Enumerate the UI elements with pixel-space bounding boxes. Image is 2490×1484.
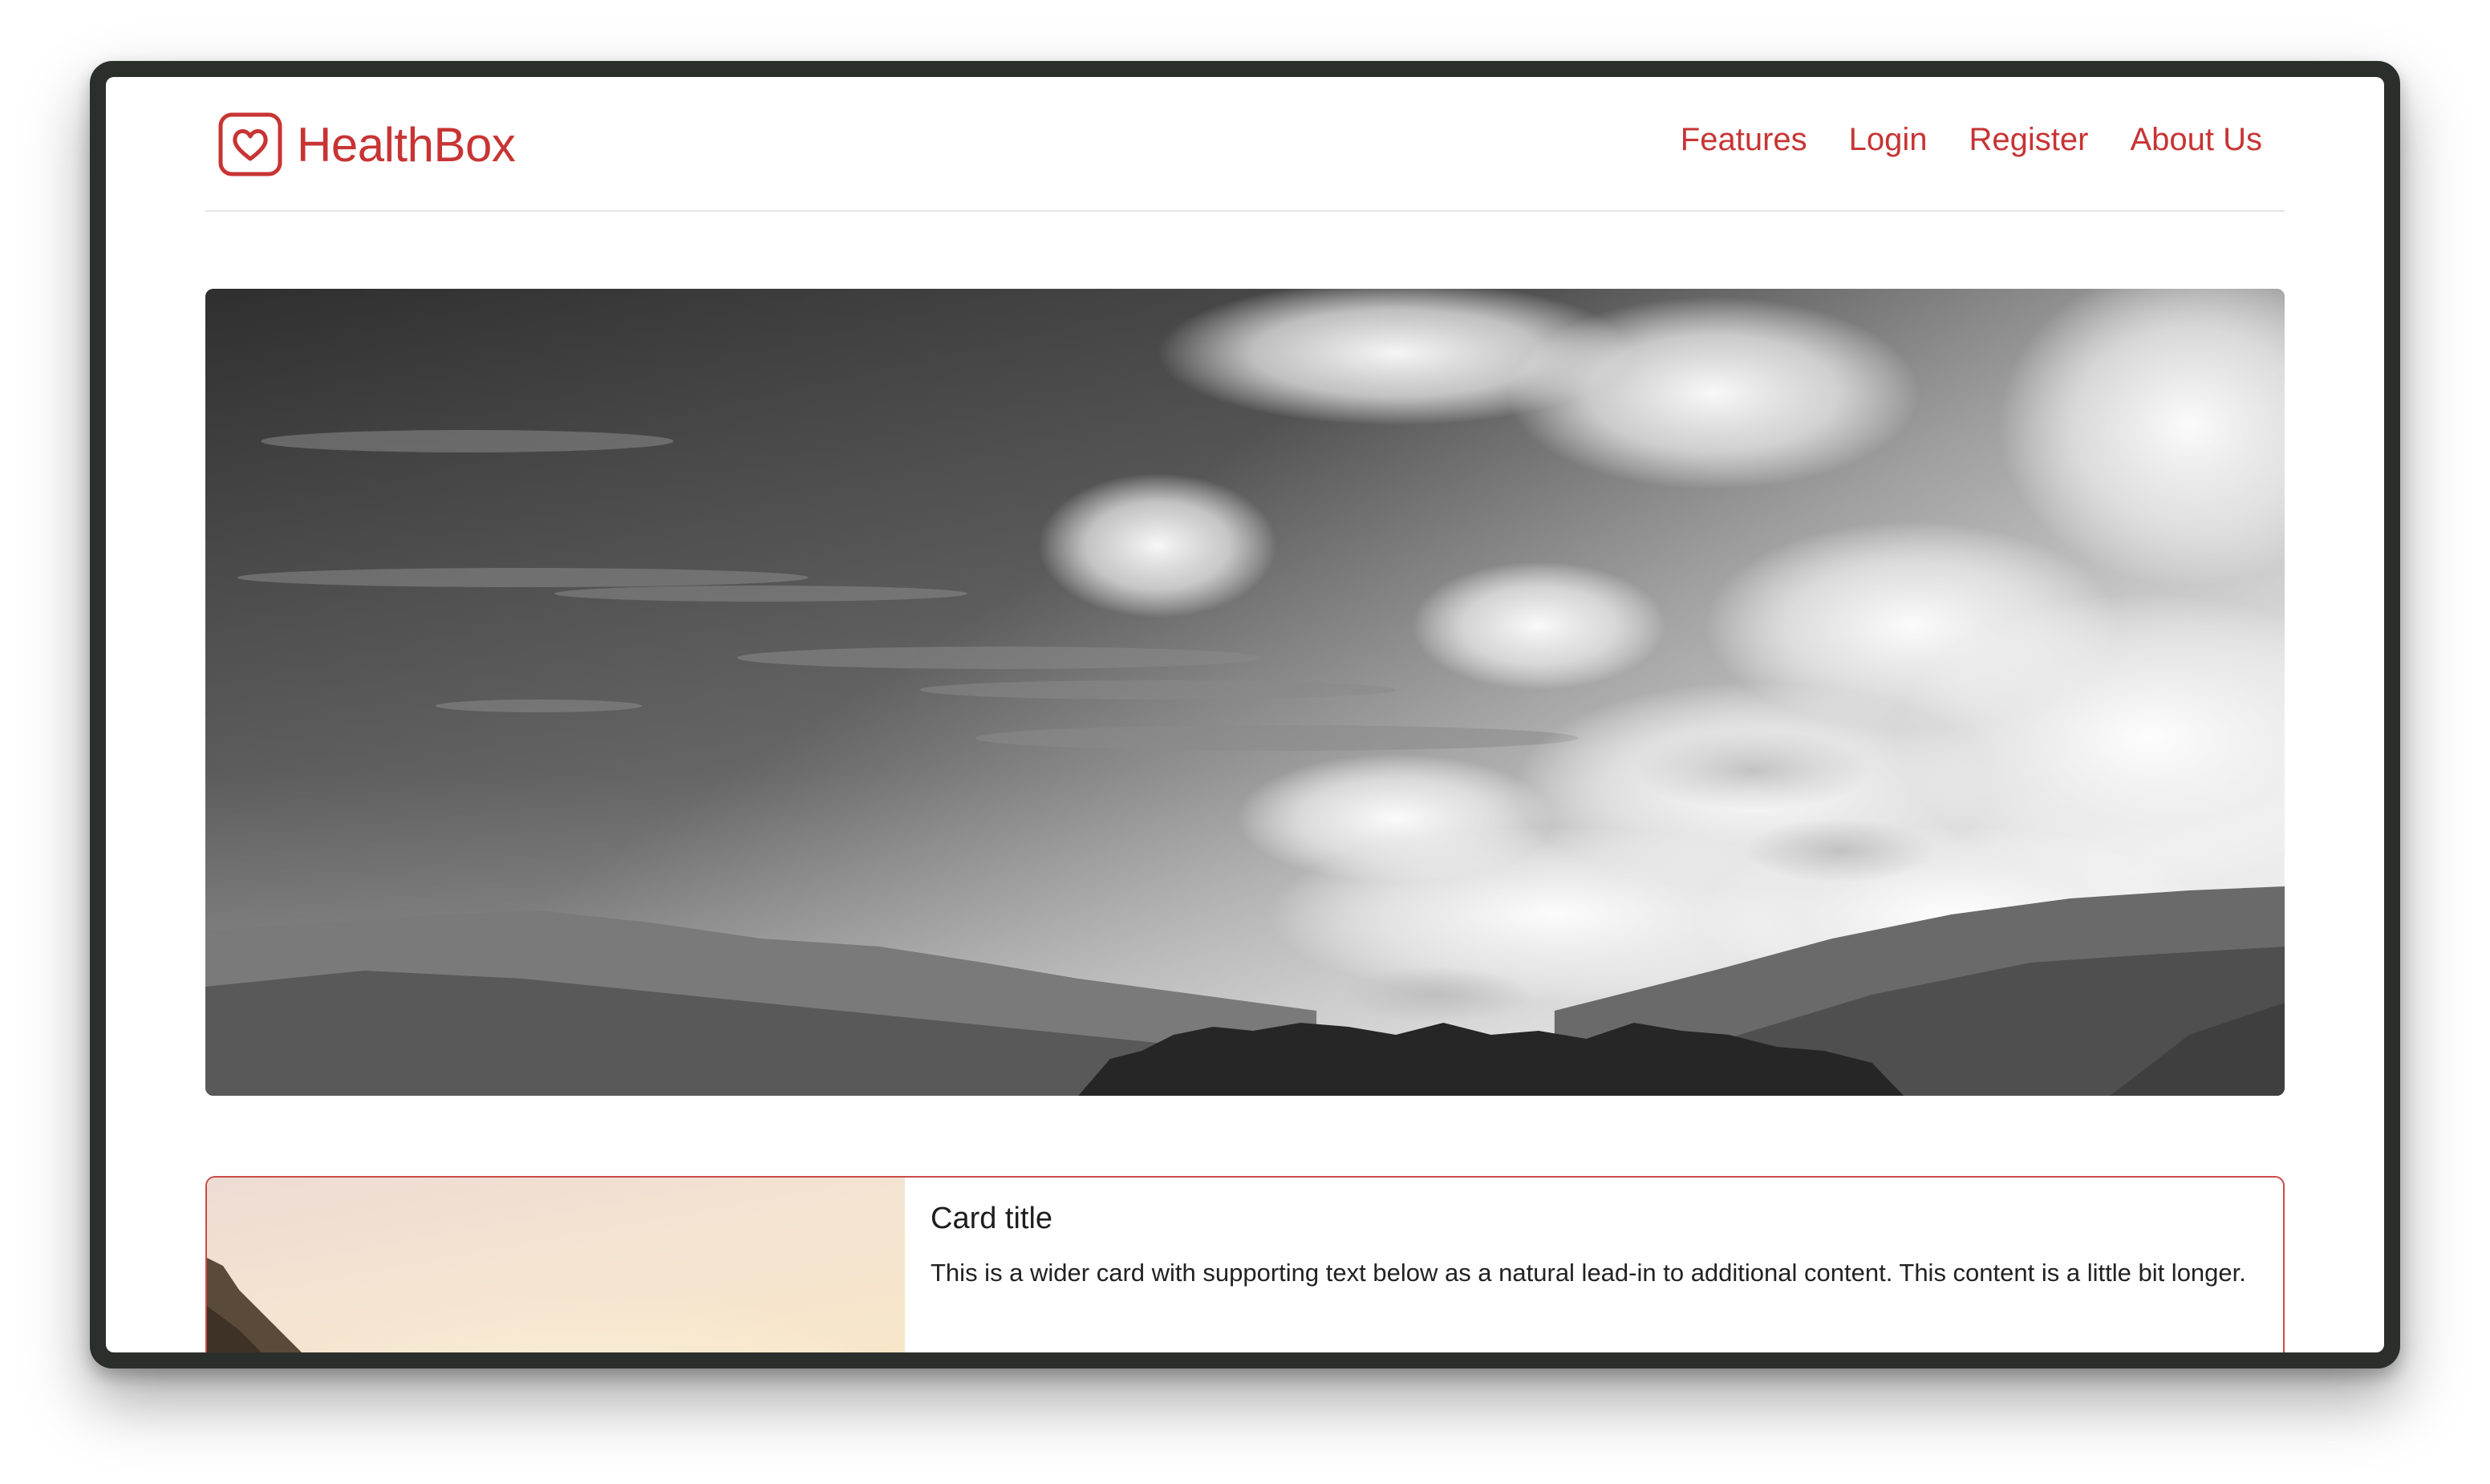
main-nav: Features Login Register About Us xyxy=(1681,120,2262,159)
browser-viewport: HealthBox Features Login Register About … xyxy=(106,77,2384,1352)
heart-icon xyxy=(218,112,282,176)
card-image xyxy=(207,1178,905,1352)
site-header: HealthBox Features Login Register About … xyxy=(205,77,2285,212)
card-title: Card title xyxy=(931,1202,1053,1235)
card-body: Card title This is a wider card with sup… xyxy=(931,1202,2259,1292)
device-frame: HealthBox Features Login Register About … xyxy=(90,61,2400,1368)
card-text: This is a wider card with supporting tex… xyxy=(931,1259,2246,1287)
nav-link-register[interactable]: Register xyxy=(1969,120,2089,159)
brand-link[interactable]: HealthBox xyxy=(218,111,516,178)
hero-image xyxy=(205,289,2285,1096)
card: Card title This is a wider card with sup… xyxy=(205,1176,2285,1352)
nav-link-login[interactable]: Login xyxy=(1849,120,1928,159)
nav-link-features[interactable]: Features xyxy=(1681,120,1807,159)
mountain-clouds-photo xyxy=(205,289,2285,1096)
sunset-hillside-photo xyxy=(207,1178,905,1352)
brand-name: HealthBox xyxy=(297,117,516,172)
nav-link-about-us[interactable]: About Us xyxy=(2130,120,2262,159)
